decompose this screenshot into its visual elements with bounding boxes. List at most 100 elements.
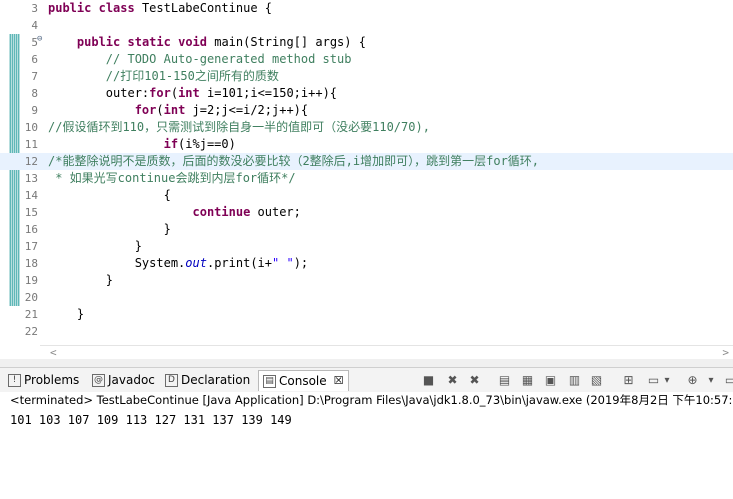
- close-tab-icon[interactable]: ☒: [334, 371, 344, 391]
- code-token: outer;: [250, 205, 301, 219]
- terminate-icon[interactable]: ■: [420, 372, 437, 389]
- code-token: void: [178, 35, 207, 49]
- line-number: 11: [24, 138, 38, 151]
- open-console-dropdown-icon[interactable]: ▾: [706, 372, 716, 389]
- fold-toggle-icon[interactable]: ⊖: [37, 34, 42, 44]
- code-token: (i%j==0): [178, 137, 236, 151]
- line-number: 5: [31, 36, 38, 49]
- code-token: .print(i+: [206, 256, 272, 270]
- line-number: 10: [24, 121, 38, 134]
- code-token: }: [48, 273, 114, 287]
- tab-console[interactable]: ▤ Console ☒: [258, 370, 349, 391]
- code-token: " ": [272, 256, 294, 270]
- line-number: 6: [31, 53, 38, 66]
- line-number: 4: [31, 19, 38, 32]
- code-token: outer:: [48, 86, 150, 100]
- editor-horizontal-scrollbar[interactable]: < >: [40, 345, 733, 359]
- remove-all-terminated-icon[interactable]: ✖: [466, 372, 483, 389]
- code-line: 12 /*能整除说明不是质数，后面的数没必要比较（2整除后,i增加即可），跳到第一…: [0, 153, 733, 170]
- code-token: //打印101-150之间所有的质数: [105, 69, 279, 83]
- code-line: 11 if(i%j==0): [0, 136, 733, 153]
- show-on-stderr-icon[interactable]: ▧: [588, 372, 605, 389]
- line-number: 8: [31, 87, 38, 100]
- tab-label: Javadoc: [108, 373, 155, 387]
- code-line: 15 continue outer;: [0, 204, 733, 221]
- code-token: static: [127, 35, 171, 49]
- line-number: 3: [31, 2, 38, 15]
- code-token: }: [48, 307, 85, 321]
- code-text: }: [48, 306, 84, 323]
- code-token: for: [149, 86, 171, 100]
- pin-console-icon[interactable]: ⊞: [620, 372, 637, 389]
- code-editor[interactable]: 3 public class TestLabeContinue { 4 5 ⊖ publ…: [0, 0, 733, 345]
- code-line: 7 //打印101-150之间所有的质数: [0, 68, 733, 85]
- code-text: }: [48, 238, 142, 255]
- code-token: i=101;i<=150;i++){: [199, 86, 338, 100]
- code-text: System.out.print(i+" ");: [48, 255, 308, 272]
- code-text: //假设循环到110，只需测试到除自身一半的值即可（没必要110/70),: [48, 119, 430, 136]
- code-token: }: [48, 222, 171, 236]
- tab-label: Declaration: [181, 373, 251, 387]
- clear-console-icon[interactable]: ▤: [496, 372, 513, 389]
- word-wrap-icon[interactable]: ▣: [542, 372, 559, 389]
- code-text: if(i%j==0): [48, 136, 236, 153]
- console-view[interactable]: <terminated> TestLabeContinue [Java Appl…: [0, 392, 733, 499]
- code-line: 22: [0, 323, 733, 340]
- console-icon: ▤: [263, 374, 276, 388]
- code-token: /*能整除说明不是质数，后面的数没必要比较（2整除后,i增加即可），跳到第一层f…: [48, 154, 540, 168]
- tab-label: Console: [279, 374, 327, 388]
- open-console-icon[interactable]: ⊕: [684, 372, 701, 389]
- line-number: 12: [24, 155, 38, 168]
- code-text: }: [48, 221, 171, 238]
- code-line: 16 }: [0, 221, 733, 238]
- console-output: 101 103 107 109 113 127 131 137 139 149: [10, 413, 292, 427]
- line-number: 13: [24, 172, 38, 185]
- code-line: 9 for(int j=2;j<=i/2;j++){: [0, 102, 733, 119]
- scroll-lock-icon[interactable]: ▦: [519, 372, 536, 389]
- display-console-dropdown-icon[interactable]: ▾: [662, 372, 672, 389]
- minimize-icon[interactable]: ▭: [722, 372, 733, 389]
- declaration-icon: D: [165, 373, 178, 387]
- code-line: 5 ⊖ public static void main(String[] args…: [0, 34, 733, 51]
- line-number: 20: [24, 291, 38, 304]
- scroll-left-arrow[interactable]: <: [50, 346, 57, 359]
- code-token: public: [76, 35, 121, 49]
- line-number: 17: [24, 240, 38, 253]
- line-number: 16: [24, 223, 38, 236]
- code-text: public static void main(String[] args) {: [48, 34, 366, 51]
- tab-declaration[interactable]: D Declaration: [165, 370, 250, 390]
- display-console-icon[interactable]: ▭: [645, 372, 662, 389]
- code-line: 18 System.out.print(i+" ");: [0, 255, 733, 272]
- line-number: 21: [24, 308, 38, 321]
- code-text: {: [48, 187, 171, 204]
- code-text: // TODO Auto-generated method stub: [48, 51, 352, 68]
- code-token: System.: [48, 256, 186, 270]
- tab-problems[interactable]: ! Problems: [8, 370, 79, 390]
- code-token: );: [293, 256, 309, 270]
- code-text: /*能整除说明不是质数，后面的数没必要比较（2整除后,i增加即可），跳到第一层f…: [48, 153, 539, 170]
- tab-javadoc[interactable]: @ Javadoc: [92, 370, 155, 390]
- code-token: public: [48, 1, 92, 15]
- scroll-right-arrow[interactable]: >: [722, 346, 729, 359]
- code-line: 6 // TODO Auto-generated method stub: [0, 51, 733, 68]
- code-token: }: [48, 239, 142, 253]
- console-status-line: <terminated> TestLabeContinue [Java Appl…: [10, 393, 733, 407]
- code-text: continue outer;: [48, 204, 301, 221]
- line-number: 7: [31, 70, 38, 83]
- code-token: (: [170, 86, 179, 100]
- code-token: out: [185, 256, 207, 270]
- show-on-stdout-icon[interactable]: ▥: [566, 372, 583, 389]
- code-token: int: [163, 103, 186, 117]
- panel-splitter[interactable]: [0, 359, 733, 367]
- code-token: for: [134, 103, 157, 117]
- remove-launch-icon[interactable]: ✖: [444, 372, 461, 389]
- code-text: public class TestLabeContinue {: [48, 0, 272, 17]
